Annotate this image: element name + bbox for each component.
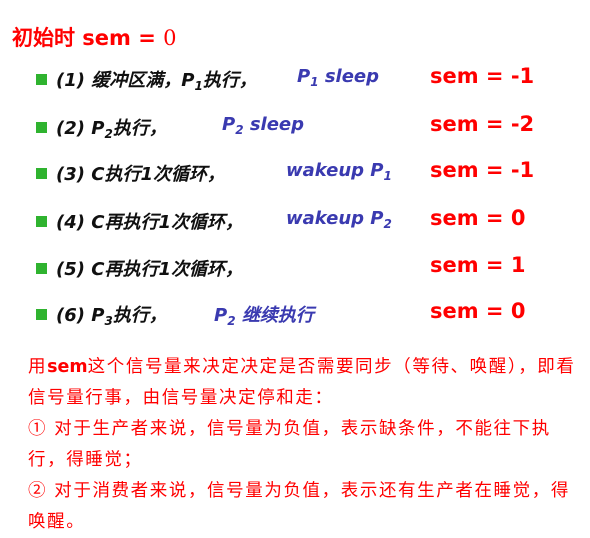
step-row-6: (6) P3执行， P2 继续执行 sem = 0 <box>36 299 584 331</box>
note-producer: ① 对于生产者来说，信号量为负值，表示缺条件，不能往下执行，得睡觉； <box>28 419 551 470</box>
step-text: (3) C执行1次循环， <box>56 164 225 185</box>
sem-value: sem = -1 <box>430 64 535 88</box>
sem-value: sem = 0 <box>430 206 526 230</box>
step-text: (4) C再执行1次循环， <box>56 212 243 233</box>
title-value: 0 <box>163 26 177 50</box>
step-text: (5) C再执行1次循环， <box>56 259 243 280</box>
step-action: wakeup P1 <box>286 160 392 183</box>
square-bullet-icon <box>36 122 47 133</box>
sem-keyword: sem <box>47 357 88 377</box>
step-row-5: (5) C再执行1次循环， sem = 1 <box>36 253 584 285</box>
step-action: P2 继续执行 <box>214 305 314 328</box>
step-row-4: (4) C再执行1次循环， wakeup P2 sem = 0 <box>36 206 584 238</box>
step-text: (1) 缓冲区满，P1执行， <box>56 70 257 93</box>
step-action: wakeup P2 <box>286 208 392 231</box>
step-action: P1 sleep <box>297 66 380 89</box>
note-intro: 用sem这个信号量来决定决定是否需要同步（等待、唤醒），即看信号量行事，由信号量… <box>28 357 576 408</box>
explanation-note: 用sem这个信号量来决定决定是否需要同步（等待、唤醒），即看信号量行事，由信号量… <box>28 352 584 538</box>
sem-value: sem = -1 <box>430 158 535 182</box>
sem-value: sem = 0 <box>430 299 526 323</box>
step-text: (2) P2执行， <box>56 118 167 141</box>
step-action: P2 sleep <box>222 114 305 137</box>
square-bullet-icon <box>36 263 47 274</box>
square-bullet-icon <box>36 309 47 320</box>
step-row-1: (1) 缓冲区满，P1执行， P1 sleep sem = -1 <box>36 64 584 96</box>
title-label: 初始时 sem = <box>12 26 164 50</box>
square-bullet-icon <box>36 74 47 85</box>
initial-state-title: 初始时 sem = 0 <box>12 22 177 52</box>
step-row-2: (2) P2执行， P2 sleep sem = -2 <box>36 112 584 144</box>
square-bullet-icon <box>36 216 47 227</box>
step-text: (6) P3执行， <box>56 305 167 328</box>
step-row-3: (3) C执行1次循环， wakeup P1 sem = -1 <box>36 158 584 190</box>
square-bullet-icon <box>36 168 47 179</box>
sem-value: sem = 1 <box>430 253 526 277</box>
note-consumer: ② 对于消费者来说，信号量为负值，表示还有生产者在睡觉，得唤醒。 <box>28 481 570 532</box>
sem-value: sem = -2 <box>430 112 535 136</box>
